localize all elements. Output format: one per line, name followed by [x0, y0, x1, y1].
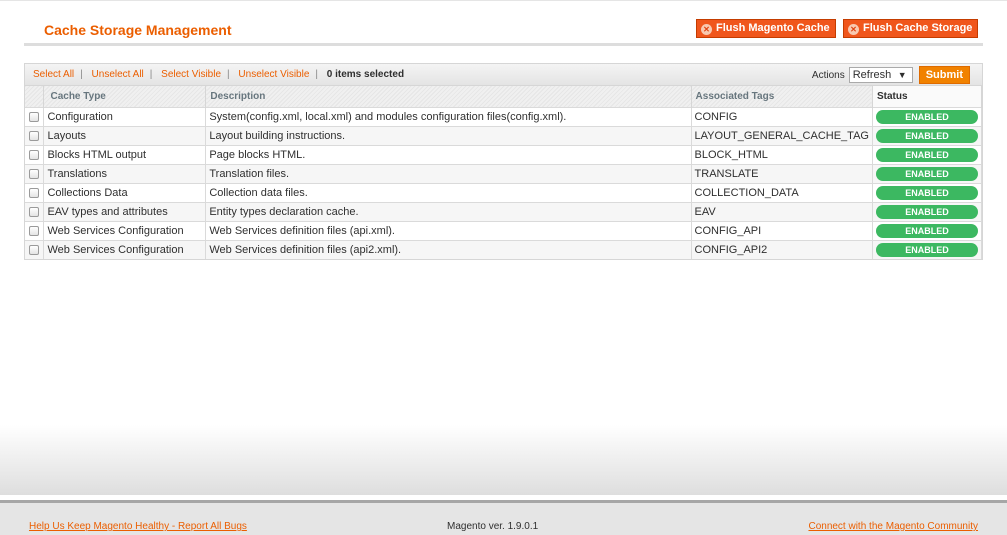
cache-table: Cache Type Description Associated Tags S… [25, 86, 982, 259]
unselect-visible-link[interactable]: Unselect Visible [238, 69, 309, 80]
description-cell: Page blocks HTML. [205, 144, 692, 164]
cache-type-cell: Translations [43, 163, 207, 183]
report-bugs-link[interactable]: Help Us Keep Magento Healthy - Report Al… [29, 521, 247, 532]
row-checkbox[interactable] [29, 206, 40, 217]
flush-cache-storage-button[interactable]: ✕ Flush Cache Storage [843, 19, 979, 38]
status-badge: ENABLED [876, 185, 978, 200]
actions-select[interactable]: Refresh ▼ [848, 67, 913, 83]
select-all-link[interactable]: Select All [33, 69, 74, 80]
status-cell: ENABLED [872, 163, 982, 183]
description-cell: Collection data files. [205, 182, 692, 202]
cache-type-cell: EAV types and attributes [43, 201, 207, 221]
description-cell: Translation files. [205, 163, 692, 183]
tags-cell: COLLECTION_DATA [691, 182, 874, 202]
column-description[interactable]: Description [205, 86, 692, 107]
row-checkbox[interactable] [29, 225, 40, 236]
page-title: Cache Storage Management [44, 22, 232, 38]
version-text: Magento ver. 1.9.0.1 [447, 521, 539, 532]
row-checkbox-cell [25, 125, 45, 145]
table-row[interactable]: Web Services Configuration Web Services … [25, 239, 982, 259]
table-row[interactable]: EAV types and attributes Entity types de… [25, 201, 982, 221]
table-row[interactable]: Layouts Layout building instructions. LA… [25, 125, 982, 145]
row-checkbox-cell [25, 106, 45, 126]
flush-magento-cache-label: Flush Magento Cache [716, 22, 830, 34]
cancel-icon: ✕ [848, 24, 859, 35]
cache-type-cell: Collections Data [43, 182, 207, 202]
cache-grid: Select All | Unselect All | Select Visible… [24, 63, 983, 260]
page-background-fade [0, 425, 1007, 495]
description-cell: Layout building instructions. [205, 125, 692, 145]
status-badge: ENABLED [876, 128, 978, 143]
row-checkbox[interactable] [29, 244, 40, 255]
flush-magento-cache-button[interactable]: ✕ Flush Magento Cache [696, 19, 836, 38]
status-badge: ENABLED [876, 147, 978, 162]
selected-count: 0 items selected [326, 69, 405, 80]
unselect-all-link[interactable]: Unselect All [92, 69, 144, 80]
status-badge: ENABLED [876, 109, 978, 124]
table-row[interactable]: Collections Data Collection data files. … [25, 182, 982, 202]
row-checkbox[interactable] [29, 168, 40, 179]
tags-cell: CONFIG [691, 106, 874, 126]
flush-cache-storage-label: Flush Cache Storage [863, 22, 973, 34]
status-cell: ENABLED [872, 125, 982, 145]
row-checkbox-cell [25, 144, 45, 164]
actions-label: Actions [811, 69, 845, 81]
header-checkbox-column [25, 86, 45, 107]
column-cache-type[interactable]: Cache Type [43, 86, 207, 107]
status-badge: ENABLED [876, 223, 978, 238]
table-row[interactable]: Blocks HTML output Page blocks HTML. BLO… [25, 144, 982, 164]
row-checkbox[interactable] [29, 187, 40, 198]
status-cell: ENABLED [872, 106, 982, 126]
status-cell: ENABLED [872, 182, 982, 202]
tags-cell: LAYOUT_GENERAL_CACHE_TAG [691, 125, 874, 145]
column-status[interactable]: Status [872, 86, 982, 107]
tags-cell: CONFIG_API [691, 220, 874, 240]
table-row[interactable]: Translations Translation files. TRANSLAT… [25, 163, 982, 183]
cancel-icon: ✕ [701, 24, 712, 35]
status-cell: ENABLED [872, 239, 982, 259]
tags-cell: EAV [691, 201, 874, 221]
description-cell: System(config.xml, local.xml) and module… [205, 106, 692, 126]
table-row[interactable]: Web Services Configuration Web Services … [25, 220, 982, 240]
status-badge: ENABLED [876, 204, 978, 219]
row-checkbox-cell [25, 163, 45, 183]
submit-button[interactable]: Submit [918, 66, 970, 84]
footer: Help Us Keep Magento Healthy - Report Al… [0, 503, 1007, 535]
top-border [0, 0, 1007, 1]
tags-cell: BLOCK_HTML [691, 144, 874, 164]
actions-select-value: Refresh [852, 69, 892, 81]
cache-type-cell: Web Services Configuration [43, 239, 207, 259]
description-cell: Web Services definition files (api2.xml)… [205, 239, 692, 259]
row-checkbox-cell [25, 182, 45, 202]
row-checkbox[interactable] [29, 111, 40, 122]
cache-type-cell: Blocks HTML output [43, 144, 207, 164]
description-cell: Entity types declaration cache. [205, 201, 692, 221]
status-cell: ENABLED [872, 201, 982, 221]
massaction-bar: Select All | Unselect All | Select Visible… [25, 64, 982, 86]
dropdown-arrow-icon: ▼ [897, 70, 907, 80]
status-cell: ENABLED [872, 220, 982, 240]
select-visible-link[interactable]: Select Visible [161, 69, 221, 80]
status-cell: ENABLED [872, 144, 982, 164]
column-associated-tags[interactable]: Associated Tags [691, 86, 874, 107]
row-checkbox-cell [25, 201, 45, 221]
tags-cell: TRANSLATE [691, 163, 874, 183]
community-link[interactable]: Connect with the Magento Community [808, 521, 978, 532]
cache-type-cell: Configuration [43, 106, 207, 126]
row-checkbox-cell [25, 239, 45, 259]
row-checkbox-cell [25, 220, 45, 240]
status-badge: ENABLED [876, 166, 978, 181]
row-checkbox[interactable] [29, 130, 40, 141]
description-cell: Web Services definition files (api.xml). [205, 220, 692, 240]
cache-type-cell: Layouts [43, 125, 207, 145]
cache-type-cell: Web Services Configuration [43, 220, 207, 240]
row-checkbox[interactable] [29, 149, 40, 160]
header-divider [24, 43, 983, 46]
status-badge: ENABLED [876, 242, 978, 257]
tags-cell: CONFIG_API2 [691, 239, 874, 259]
table-row[interactable]: Configuration System(config.xml, local.x… [25, 106, 982, 126]
